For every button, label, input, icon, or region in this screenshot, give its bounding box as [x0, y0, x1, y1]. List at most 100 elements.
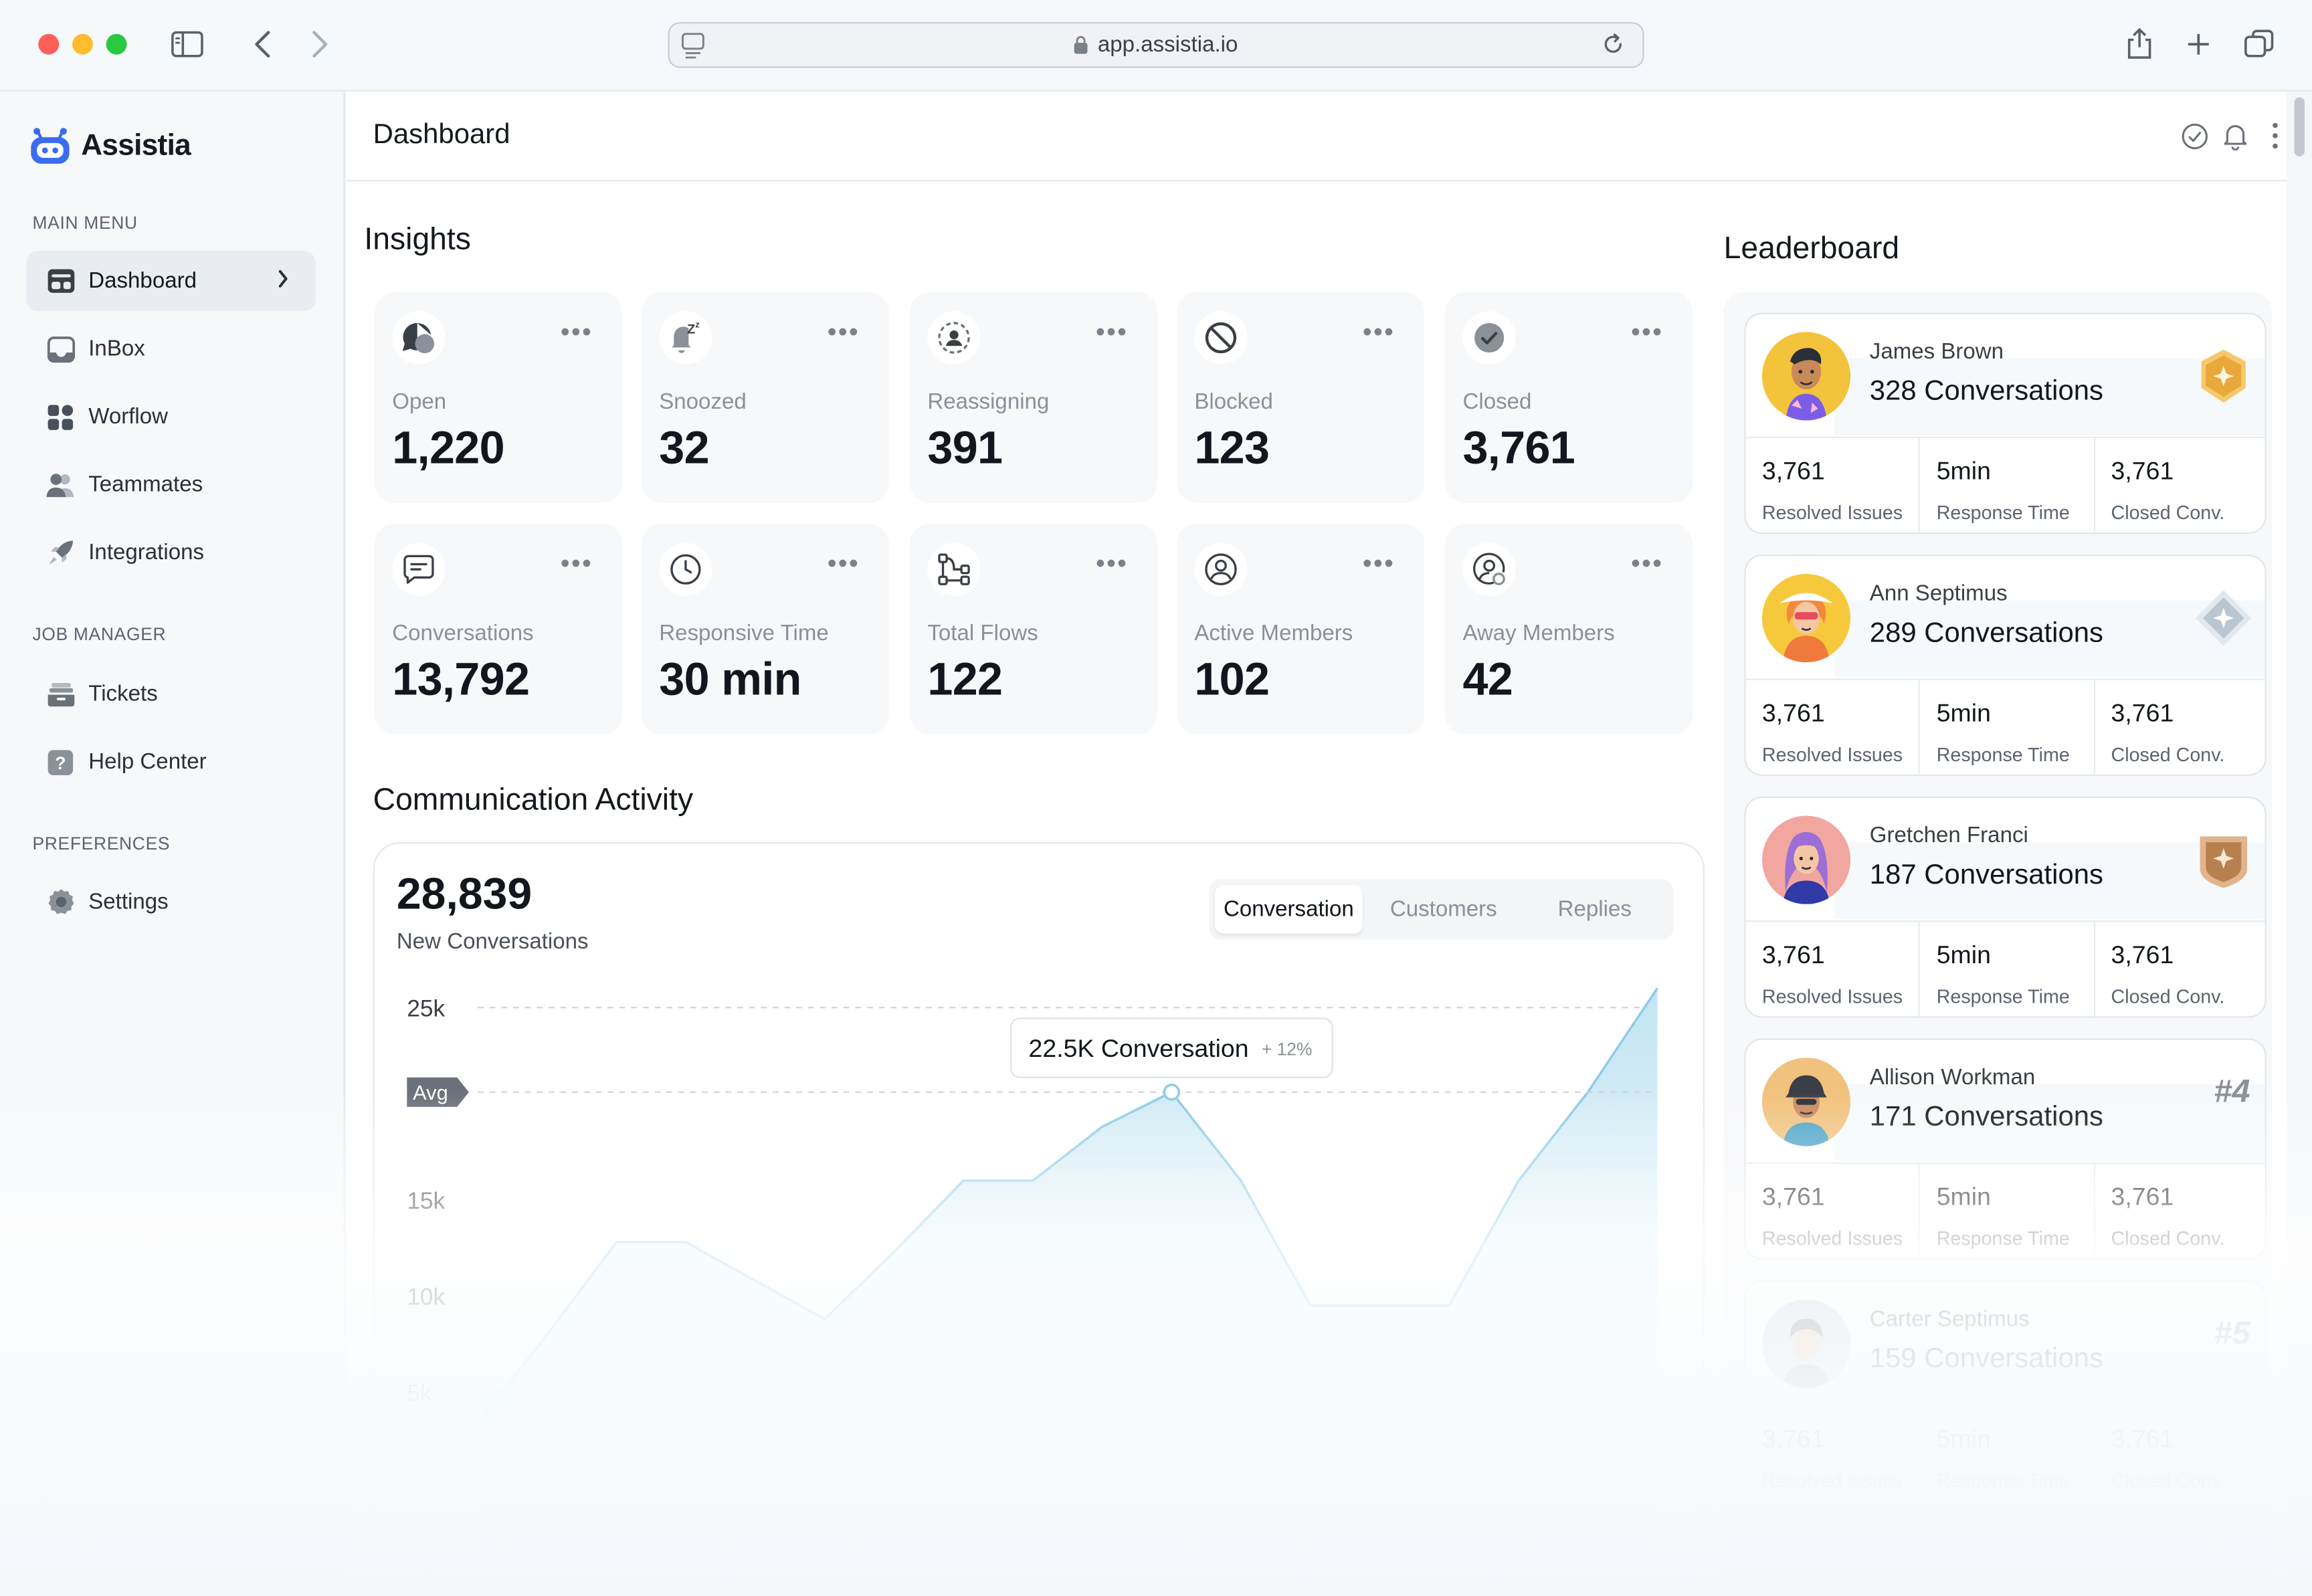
insight-card-open[interactable]: ••• Open 1,220	[374, 292, 623, 503]
member-name: Ann Septimus	[1869, 581, 2008, 607]
clock-icon	[659, 542, 712, 596]
sidebar-item-integrations[interactable]: Integrations	[27, 522, 316, 583]
minimize-window-button[interactable]	[72, 33, 93, 55]
stat-response-time: 5min Response Time	[1920, 437, 2095, 533]
sidebar-item-workflow[interactable]: Worflow	[27, 387, 316, 447]
avatar	[1761, 573, 1851, 663]
page-menu-icon[interactable]	[681, 33, 704, 66]
leaderboard-entry-4[interactable]: Allison Workman 171 Conversations #4 3,7…	[1744, 1038, 2267, 1260]
sidebar-item-tickets[interactable]: Tickets	[27, 664, 316, 724]
card-label: Away Members	[1462, 621, 1615, 646]
tooltip-value: 22.5K Conversation	[1029, 1034, 1249, 1062]
tickets-icon	[45, 679, 75, 708]
notification-bell-icon[interactable]	[2220, 121, 2250, 151]
card-menu-icon[interactable]: •••	[1096, 318, 1128, 345]
insight-card-reassigning[interactable]: ••• Reassigning 391	[909, 292, 1158, 503]
insight-card-total-flows[interactable]: ••• Total Flows 122	[909, 523, 1158, 735]
tooltip-delta: + 12%	[1262, 1039, 1313, 1060]
svg-text:z: z	[695, 320, 700, 330]
section-main-menu: MAIN MENU	[32, 212, 138, 233]
close-window-button[interactable]	[38, 33, 60, 55]
card-menu-icon[interactable]: •••	[1631, 551, 1663, 577]
workflow-icon	[45, 402, 75, 431]
page-scrollbar[interactable]	[2287, 91, 2312, 1596]
insight-card-blocked[interactable]: ••• Blocked 123	[1176, 292, 1425, 503]
card-label: Open	[392, 389, 447, 415]
leaderboard-entry-2[interactable]: Ann Septimus 289 Conversations 3,761 Reso…	[1744, 555, 2267, 776]
activity-chart[interactable]: 25k 15k 10k 5k Avg 22.5K Conversation + 12%	[375, 843, 1705, 1596]
user-circle-icon	[1194, 542, 1248, 596]
flows-icon	[927, 542, 981, 596]
page-title: Dashboard	[373, 119, 510, 151]
card-menu-icon[interactable]: •••	[1096, 551, 1128, 577]
settings-icon	[45, 887, 75, 916]
card-value: 122	[927, 653, 1003, 706]
card-menu-icon[interactable]: •••	[1363, 551, 1395, 577]
card-menu-icon[interactable]: •••	[561, 318, 593, 345]
leaderboard-entry-5[interactable]: Carter Septimus 159 Conversations #5 3,7…	[1744, 1280, 2267, 1502]
forward-icon[interactable]	[304, 28, 336, 61]
y-tick-label: 10k	[407, 1284, 445, 1310]
dashboard-icon	[45, 266, 75, 296]
sidebar-toggle-icon[interactable]	[171, 28, 203, 61]
check-status-icon[interactable]	[2180, 121, 2209, 151]
insight-card-responsive-time[interactable]: ••• Responsive Time 30 min	[641, 523, 890, 735]
insight-card-conversations[interactable]: ••• Conversations 13,792	[374, 523, 623, 735]
bronze-badge-icon	[2200, 836, 2248, 888]
tab-overview-icon[interactable]	[2242, 28, 2275, 61]
card-value: 1,220	[392, 421, 504, 474]
insight-card-snoozed[interactable]: Zz ••• Snoozed 32	[641, 292, 890, 503]
zoom-window-button[interactable]	[106, 33, 127, 55]
new-tab-icon[interactable]	[2182, 28, 2214, 61]
card-menu-icon[interactable]: •••	[1631, 318, 1663, 345]
card-value: 30 min	[659, 653, 801, 706]
card-value: 3,761	[1462, 421, 1575, 474]
y-tick-label: 15k	[407, 1188, 445, 1214]
share-icon[interactable]	[2123, 27, 2155, 61]
top-bar: Dashboard	[346, 92, 2290, 182]
card-menu-icon[interactable]: •••	[828, 551, 860, 577]
section-preferences: PREFERENCES	[32, 833, 171, 854]
card-value: 42	[1462, 653, 1513, 706]
insights-title: Insights	[364, 222, 471, 257]
reload-icon[interactable]	[1602, 33, 1625, 62]
more-vertical-icon[interactable]	[2260, 121, 2290, 151]
card-value: 102	[1194, 653, 1270, 706]
sidebar-item-settings[interactable]: Settings	[27, 872, 316, 932]
insight-card-active-members[interactable]: ••• Active Members 102	[1176, 523, 1425, 735]
scroll-thumb[interactable]	[2294, 97, 2305, 157]
card-value: 32	[659, 421, 709, 474]
leaderboard-entry-3[interactable]: Gretchen Franci 187 Conversations 3,761 R…	[1744, 796, 2267, 1018]
leaderboard-entry-1[interactable]: James Brown 328 Conversations 3,761 Resol…	[1744, 312, 2267, 534]
card-value: 391	[927, 421, 1003, 474]
sidebar-item-teammates[interactable]: Teammates	[27, 454, 316, 514]
open-chat-icon	[392, 311, 446, 365]
y-tick-label: 25k	[407, 995, 445, 1021]
leaderboard-title: Leaderboard	[1723, 231, 1900, 266]
stat-resolved-issues: 3,761 Resolved Issues	[1746, 437, 1921, 533]
stat-closed-conversations: 3,761 Closed Conv.	[2111, 1425, 2225, 1492]
stat-resolved-issues: 3,761 Resolved Issues	[1746, 922, 1921, 1017]
silver-badge-icon	[2195, 590, 2252, 646]
card-menu-icon[interactable]: •••	[1363, 318, 1395, 345]
brand-logo[interactable]: Assistia	[29, 127, 191, 165]
card-label: Blocked	[1194, 389, 1273, 415]
insight-card-away-members[interactable]: ••• Away Members 42	[1445, 523, 1693, 735]
card-menu-icon[interactable]: •••	[561, 551, 593, 577]
back-icon[interactable]	[246, 28, 278, 61]
sidebar-item-dashboard[interactable]: Dashboard	[26, 250, 316, 312]
highlight-point	[1163, 1083, 1181, 1101]
sidebar-item-inbox[interactable]: InBox	[27, 318, 316, 379]
main-content: Dashboard Insights ••• Open 1,220 Zz •••…	[346, 91, 2290, 1596]
member-name: Carter Septimus	[1869, 1306, 2030, 1332]
inbox-icon	[45, 334, 75, 363]
stat-response-time: 5min Response Time	[1920, 1163, 2095, 1259]
gold-badge-icon	[2201, 349, 2246, 403]
card-menu-icon[interactable]: •••	[828, 318, 860, 345]
address-bar[interactable]: app.assistia.io	[668, 22, 1644, 68]
sidebar-item-label: Dashboard	[88, 268, 197, 294]
insight-card-closed[interactable]: ••• Closed 3,761	[1445, 292, 1693, 503]
stat-closed-conversations: 3,761 Closed Conv.	[2111, 457, 2225, 524]
avatar	[1761, 815, 1851, 904]
sidebar-item-help-center[interactable]: ? Help Center	[27, 732, 316, 792]
